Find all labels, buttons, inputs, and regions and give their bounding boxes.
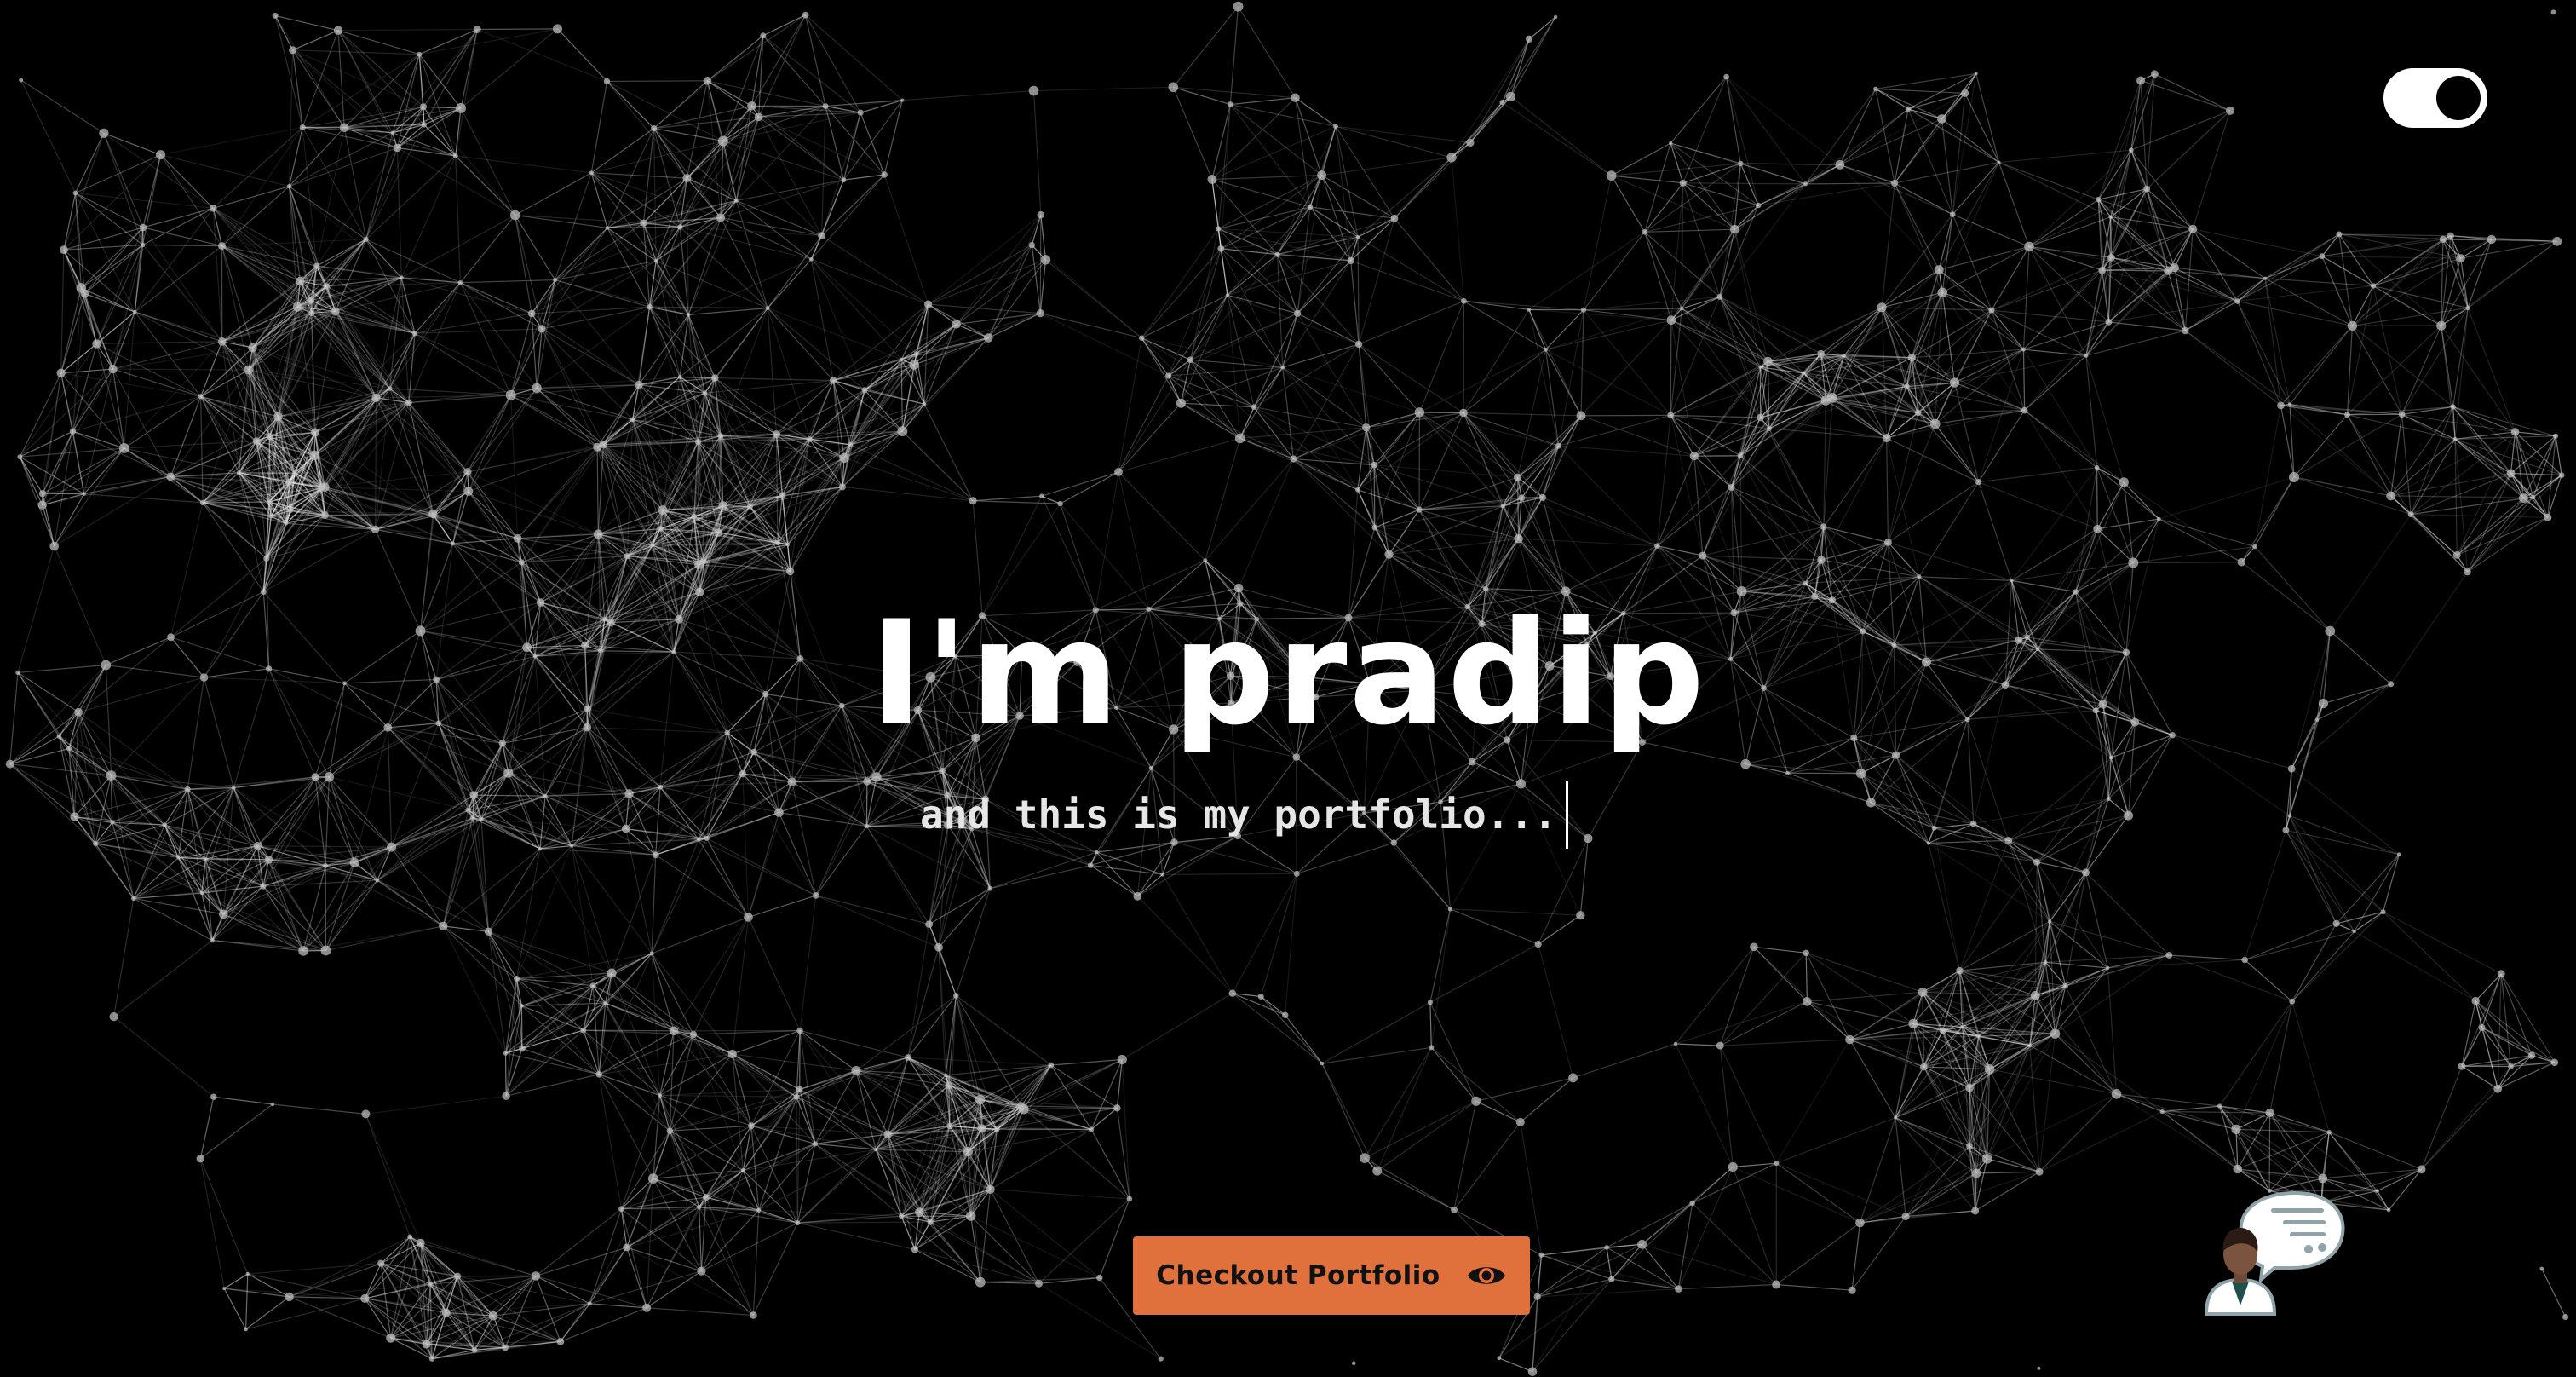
hero-title: I'm pradip xyxy=(869,590,1707,757)
hero-subtitle-wrapper: and this is my portfolio... xyxy=(920,780,1568,849)
hero-subtitle: and this is my portfolio... xyxy=(920,792,1557,838)
chatbot-avatar-icon xyxy=(2204,1190,2345,1316)
checkout-portfolio-button[interactable]: Checkout Portfolio xyxy=(1133,1236,1530,1315)
typing-cursor xyxy=(1565,780,1568,849)
theme-toggle[interactable] xyxy=(2383,68,2487,128)
chat-bot-button[interactable] xyxy=(2201,1186,2348,1316)
checkout-portfolio-label: Checkout Portfolio xyxy=(1156,1260,1440,1291)
eye-icon xyxy=(1467,1267,1505,1284)
toggle-knob-icon xyxy=(2436,76,2481,120)
